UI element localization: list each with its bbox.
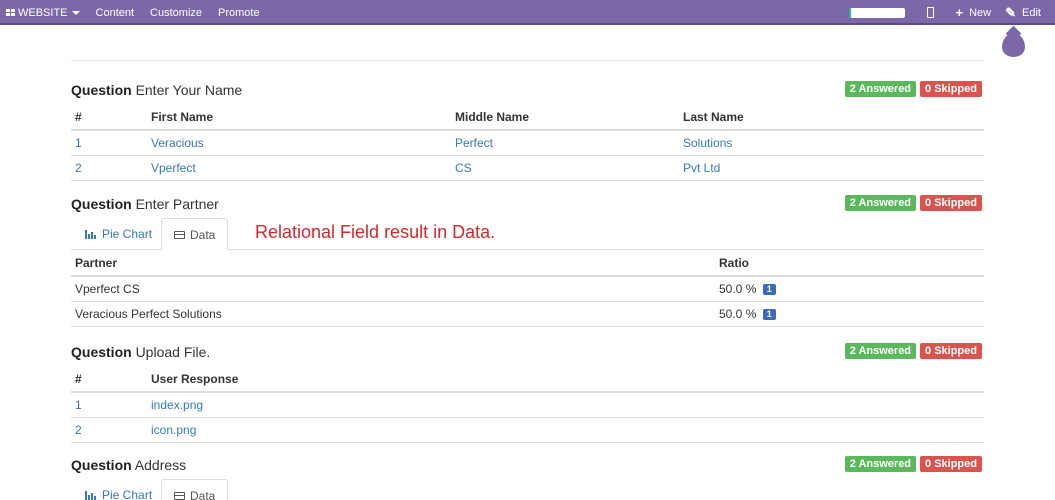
drop-logo-icon[interactable] (1002, 33, 1025, 57)
question-enter-partner: Question Enter Partner 2 Answered 0 Skip… (71, 194, 984, 327)
tab-label: Data (190, 488, 216, 500)
file-link[interactable]: index.png (147, 392, 984, 418)
column-header-number: # (71, 366, 147, 393)
count-badge: 1 (762, 284, 776, 296)
apps-grid-icon (6, 9, 15, 16)
progress-bar (848, 7, 905, 18)
first-name-cell[interactable]: Veracious (147, 130, 451, 156)
website-menu-label: WEBSITE (18, 6, 68, 19)
table-icon (174, 491, 185, 500)
row-number-link[interactable]: 1 (71, 130, 147, 156)
answered-badge[interactable]: 2 Answered (844, 81, 917, 97)
plus-icon: + (955, 5, 964, 20)
question-enter-your-name: Question Enter Your Name 2 Answered 0 Sk… (71, 80, 984, 181)
column-header-partner: Partner (71, 250, 715, 277)
pencil-icon: ✎ (1005, 4, 1017, 20)
website-menu-button[interactable]: WEBSITE (6, 7, 80, 19)
tab-pie-chart[interactable]: Pie Chart (73, 479, 164, 500)
answered-badge[interactable]: 2 Answered (844, 195, 917, 211)
last-name-cell[interactable]: Solutions (679, 130, 984, 156)
mobile-preview-icon[interactable] (926, 7, 934, 18)
skipped-badge[interactable]: 0 Skipped (920, 343, 982, 359)
row-number-link[interactable]: 2 (71, 155, 147, 181)
table-row: Vperfect CS 50.0 % 1 (71, 276, 984, 302)
bar-chart-icon (85, 229, 97, 239)
tab-pie-chart[interactable]: Pie Chart (73, 218, 164, 250)
question-prefix: Question (71, 196, 132, 212)
row-number-link[interactable]: 1 (71, 392, 147, 418)
answered-badge[interactable]: 2 Answered (844, 456, 917, 472)
skipped-badge[interactable]: 0 Skipped (920, 195, 982, 211)
skipped-badge[interactable]: 0 Skipped (920, 81, 982, 97)
progress-fill (848, 7, 852, 18)
ratio-value: 50.0 % (719, 281, 757, 296)
caret-down-icon (71, 10, 80, 15)
table-icon (174, 230, 185, 239)
table-row: 2 icon.png (71, 417, 984, 443)
annotation-text: Relational Field result in Data. (255, 222, 496, 242)
edit-button[interactable]: ✎ Edit (1005, 5, 1041, 21)
promote-menu[interactable]: Promote (218, 7, 260, 19)
tab-label: Data (190, 227, 216, 242)
table-row: 2 Vperfect CS Pvt Ltd (71, 155, 984, 181)
question-text: Enter Partner (135, 196, 219, 212)
tab-label: Pie Chart (102, 488, 153, 500)
ratio-value: 50.0 % (719, 306, 757, 321)
question-address: Question Address 2 Answered 0 Skipped Pi… (71, 455, 984, 500)
question-prefix: Question (71, 344, 132, 360)
tab-data[interactable]: Data (161, 479, 229, 500)
column-header-last-name: Last Name (679, 104, 984, 131)
column-header-user-response: User Response (147, 366, 984, 393)
table-row: Veracious Perfect Solutions 50.0 % 1 (71, 301, 984, 327)
new-button-label: New (969, 6, 992, 19)
answered-badge[interactable]: 2 Answered (844, 343, 917, 359)
question-prefix: Question (71, 82, 132, 98)
last-name-cell[interactable]: Pvt Ltd (679, 155, 984, 181)
file-responses-table: # User Response 1 index.png 2 icon.png (71, 366, 984, 443)
partner-cell: Veracious Perfect Solutions (71, 301, 715, 327)
ratio-cell: 50.0 % 1 (715, 276, 984, 302)
content-menu[interactable]: Content (96, 7, 135, 19)
question-prefix: Question (71, 457, 132, 473)
new-button[interactable]: + New (956, 5, 992, 20)
middle-name-cell[interactable]: CS (451, 155, 679, 181)
website-navbar: WEBSITE Content Customize Promote + New … (0, 0, 1055, 25)
column-header-ratio: Ratio (715, 250, 984, 277)
question-text: Upload File. (135, 344, 211, 360)
partner-results-table: Partner Ratio Vperfect CS 50.0 % 1 Verac… (71, 250, 984, 327)
question-text: Enter Your Name (135, 82, 243, 98)
tab-data[interactable]: Data (161, 218, 229, 251)
edit-button-label: Edit (1022, 6, 1041, 19)
column-header-number: # (71, 104, 147, 131)
question-upload-file: Question Upload File. 2 Answered 0 Skipp… (71, 342, 984, 443)
result-tabs: Pie Chart Data (71, 479, 984, 500)
table-row: 1 Veracious Perfect Solutions (71, 130, 984, 156)
column-header-first-name: First Name (147, 104, 451, 131)
skipped-badge[interactable]: 0 Skipped (920, 456, 982, 472)
tab-label: Pie Chart (102, 227, 153, 241)
name-responses-table: # First Name Middle Name Last Name 1 Ver… (71, 104, 984, 181)
partner-cell: Vperfect CS (71, 276, 715, 302)
customize-menu[interactable]: Customize (150, 7, 202, 19)
divider (71, 60, 984, 61)
result-tabs: Pie Chart Data (71, 218, 984, 251)
bar-chart-icon (85, 490, 97, 500)
middle-name-cell[interactable]: Perfect (451, 130, 679, 156)
column-header-middle-name: Middle Name (451, 104, 679, 131)
count-badge: 1 (762, 308, 776, 320)
ratio-cell: 50.0 % 1 (715, 301, 984, 327)
first-name-cell[interactable]: Vperfect (147, 155, 451, 181)
question-text: Address (134, 457, 187, 473)
file-link[interactable]: icon.png (147, 417, 984, 443)
table-row: 1 index.png (71, 392, 984, 418)
row-number-link[interactable]: 2 (71, 417, 147, 443)
